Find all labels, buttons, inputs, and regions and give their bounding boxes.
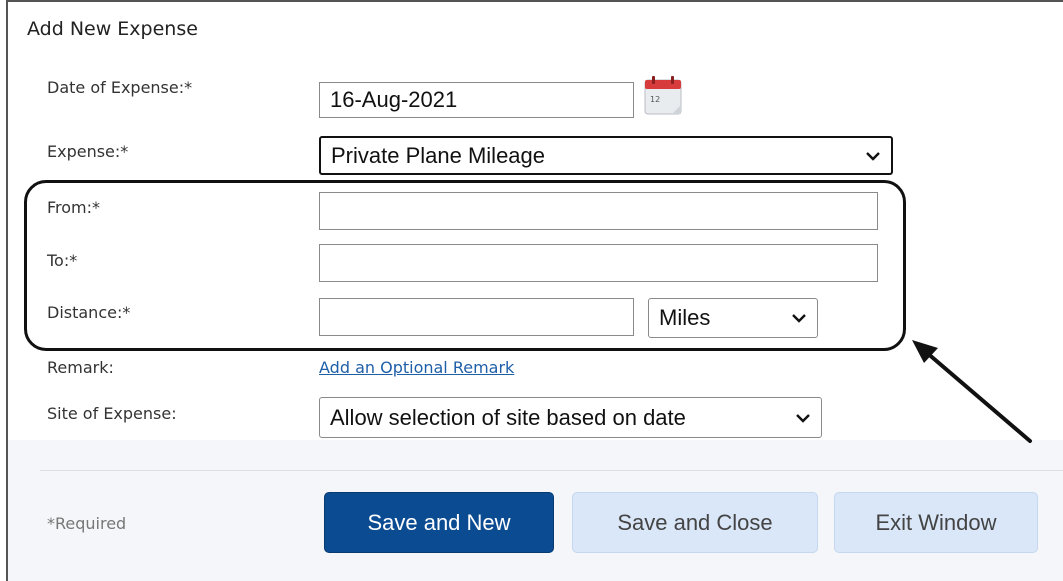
date-label: Date of Expense:*	[47, 78, 193, 97]
exit-window-button[interactable]: Exit Window	[834, 492, 1038, 553]
expense-select[interactable]: Private Plane Mileage	[319, 136, 893, 175]
svg-text:12: 12	[650, 95, 660, 104]
add-remark-link[interactable]: Add an Optional Remark	[319, 358, 514, 377]
expense-label: Expense:*	[47, 142, 129, 161]
date-input[interactable]: 16-Aug-2021	[319, 82, 634, 118]
date-value: 16-Aug-2021	[330, 87, 458, 112]
chevron-down-icon	[796, 413, 810, 423]
highlight-annotation	[24, 180, 906, 351]
required-note: *Required	[47, 514, 127, 533]
save-and-close-button[interactable]: Save and Close	[572, 492, 818, 553]
expense-selected-value: Private Plane Mileage	[331, 142, 546, 168]
dialog-title: Add New Expense	[27, 18, 198, 40]
site-select[interactable]: Allow selection of site based on date	[319, 397, 822, 438]
calendar-icon[interactable]: 12	[642, 74, 686, 118]
footer-divider	[40, 470, 1063, 471]
remark-label: Remark:	[47, 358, 114, 377]
chevron-down-icon	[866, 151, 880, 161]
site-label: Site of Expense:	[47, 404, 177, 423]
site-selected-value: Allow selection of site based on date	[330, 404, 686, 430]
save-and-new-button[interactable]: Save and New	[324, 492, 554, 553]
